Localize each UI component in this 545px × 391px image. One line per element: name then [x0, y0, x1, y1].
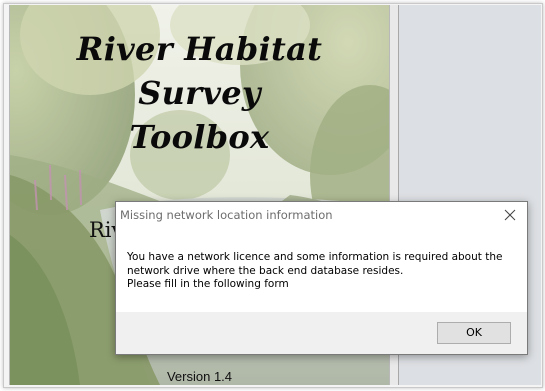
- dialog-title: Missing network location information: [120, 208, 333, 222]
- splash-title-line-1: River Habitat: [76, 30, 323, 68]
- dialog-message-line-1: You have a network licence and some info…: [127, 251, 503, 263]
- splash-title: River Habitat Survey Toolbox: [10, 27, 389, 159]
- dialog-message-line-2: network drive where the back end databas…: [127, 264, 404, 277]
- dialog-message: You have a network licence and some info…: [127, 251, 517, 292]
- ok-button[interactable]: OK: [437, 322, 511, 344]
- splash-title-line-2: Survey: [138, 74, 261, 112]
- missing-network-location-dialog: Missing network location information You…: [115, 201, 528, 355]
- dialog-message-line-3: Please fill in the following form: [127, 278, 289, 290]
- version-label: Version 1.4: [166, 369, 233, 384]
- close-icon[interactable]: [499, 204, 521, 226]
- splash-title-line-3: Toolbox: [129, 118, 270, 156]
